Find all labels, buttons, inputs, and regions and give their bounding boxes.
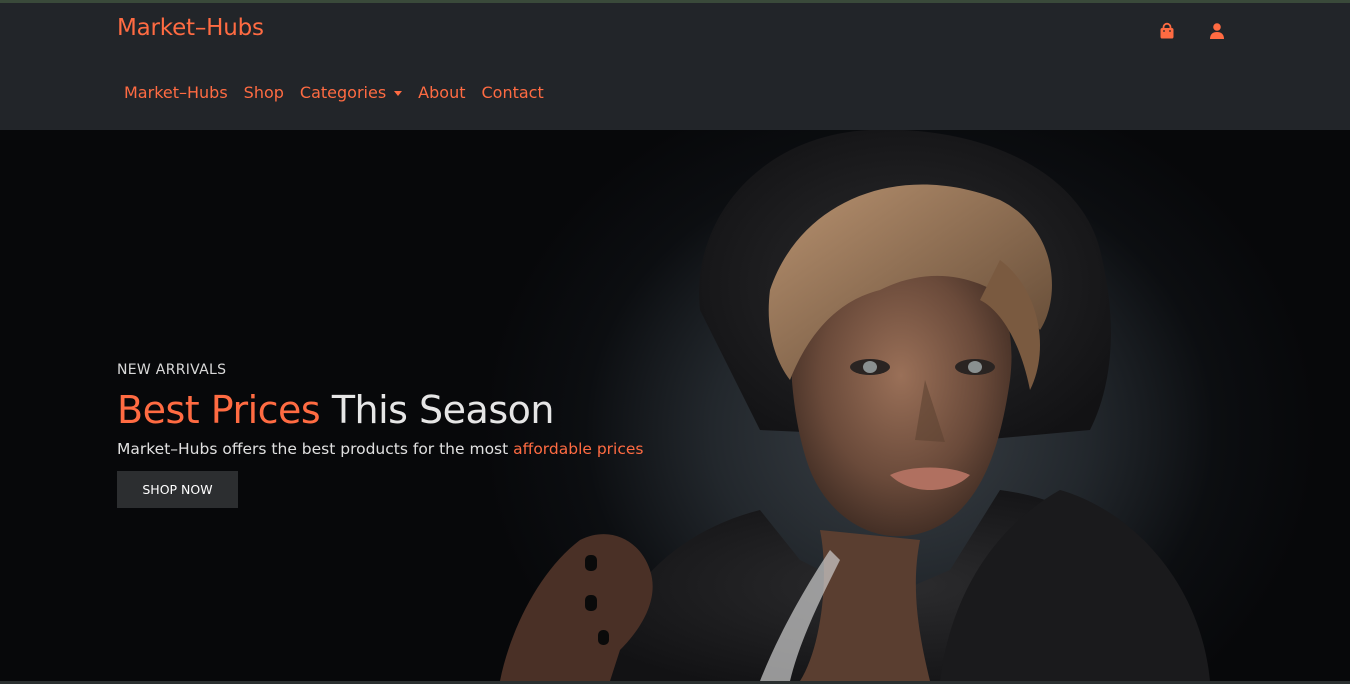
- hero-eyebrow: NEW ARRIVALS: [117, 362, 227, 378]
- shop-now-button[interactable]: SHOP NOW: [117, 471, 238, 508]
- navbar: Market–Hubs Market–Hubs Shop Categories …: [0, 3, 1350, 130]
- shopping-bag-icon[interactable]: [1158, 22, 1176, 40]
- caret-down-icon: [394, 91, 403, 96]
- hero-subline-text: Market–Hubs offers the best products for…: [117, 440, 514, 458]
- nav-link-contact[interactable]: Contact: [481, 83, 543, 102]
- main-nav: Market–Hubs Shop Categories About Contac…: [124, 83, 544, 102]
- brand-logo[interactable]: Market–Hubs: [117, 15, 264, 41]
- nav-link-categories-label: Categories: [299, 83, 387, 102]
- hero-banner: NEW ARRIVALS Best Prices This Season Mar…: [0, 130, 1350, 681]
- hero-headline-accent: Best Prices: [117, 388, 321, 432]
- hero-subline-accent: affordable prices: [513, 440, 644, 458]
- hero-headline: Best Prices This Season: [117, 388, 644, 432]
- nav-link-shop[interactable]: Shop: [244, 83, 284, 102]
- hero-headline-rest: This Season: [320, 388, 555, 432]
- nav-link-home[interactable]: Market–Hubs: [124, 83, 228, 102]
- nav-link-categories[interactable]: Categories: [299, 83, 403, 102]
- hero-subline: Market–Hubs offers the best products for…: [117, 440, 644, 458]
- nav-link-about[interactable]: About: [418, 83, 465, 102]
- hero-content: NEW ARRIVALS Best Prices This Season Mar…: [117, 362, 644, 508]
- user-icon[interactable]: [1208, 22, 1226, 40]
